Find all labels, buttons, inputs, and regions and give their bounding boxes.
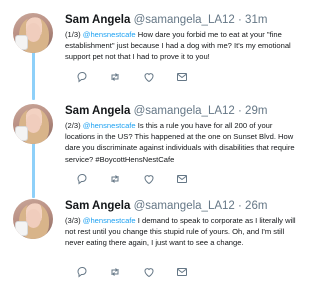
tweet-1[interactable]: Sam Angela @samangela_LA12 · 31m (1/3) @… — [0, 13, 300, 97]
user-handle[interactable]: @samangela_LA12 — [134, 105, 235, 117]
reply-icon[interactable] — [76, 173, 88, 185]
display-name[interactable]: Sam Angela — [65, 105, 130, 117]
heart-icon[interactable] — [143, 71, 155, 83]
thread-count: (2/3) — [65, 121, 81, 130]
avatar[interactable] — [13, 104, 53, 144]
avatar[interactable] — [13, 13, 53, 53]
mention-link[interactable]: @hensnestcafe — [83, 121, 136, 130]
timestamp[interactable]: 29m — [245, 105, 267, 117]
envelope-icon[interactable] — [176, 266, 188, 278]
tweet-actions — [76, 71, 276, 83]
avatar[interactable] — [13, 199, 53, 239]
separator-dot: · — [238, 105, 242, 117]
mention-link[interactable]: @hensnestcafe — [83, 30, 136, 39]
display-name[interactable]: Sam Angela — [65, 14, 130, 26]
thread-count: (1/3) — [65, 30, 81, 39]
retweet-icon[interactable] — [109, 173, 121, 185]
retweet-icon[interactable] — [109, 71, 121, 83]
thread-count: (3/3) — [65, 216, 81, 225]
tweet-text: (1/3) @hensnestcafe How dare you forbid … — [65, 29, 297, 63]
heart-icon[interactable] — [143, 173, 155, 185]
tweet-actions — [76, 266, 276, 278]
tweet-header: Sam Angela @samangela_LA12 · 26m — [65, 199, 267, 213]
tweet-header: Sam Angela @samangela_LA12 · 31m — [65, 13, 267, 27]
tweet-actions — [76, 173, 276, 185]
mention-link[interactable]: @hensnestcafe — [83, 216, 136, 225]
envelope-icon[interactable] — [176, 173, 188, 185]
timestamp[interactable]: 26m — [245, 200, 267, 212]
tweet-text: (2/3) @hensnestcafe Is this a rule you h… — [65, 120, 297, 165]
tweet-text: (3/3) @hensnestcafe I demand to speak to… — [65, 215, 297, 249]
separator-dot: · — [238, 14, 242, 26]
envelope-icon[interactable] — [176, 71, 188, 83]
heart-icon[interactable] — [143, 266, 155, 278]
tweet-header: Sam Angela @samangela_LA12 · 29m — [65, 104, 267, 118]
reply-icon[interactable] — [76, 71, 88, 83]
separator-dot: · — [238, 200, 242, 212]
tweet-3[interactable]: Sam Angela @samangela_LA12 · 26m (3/3) @… — [0, 199, 300, 282]
display-name[interactable]: Sam Angela — [65, 200, 130, 212]
reply-icon[interactable] — [76, 266, 88, 278]
timestamp[interactable]: 31m — [245, 14, 267, 26]
retweet-icon[interactable] — [109, 266, 121, 278]
user-handle[interactable]: @samangela_LA12 — [134, 14, 235, 26]
user-handle[interactable]: @samangela_LA12 — [134, 200, 235, 212]
tweet-2[interactable]: Sam Angela @samangela_LA12 · 29m (2/3) @… — [0, 104, 300, 194]
